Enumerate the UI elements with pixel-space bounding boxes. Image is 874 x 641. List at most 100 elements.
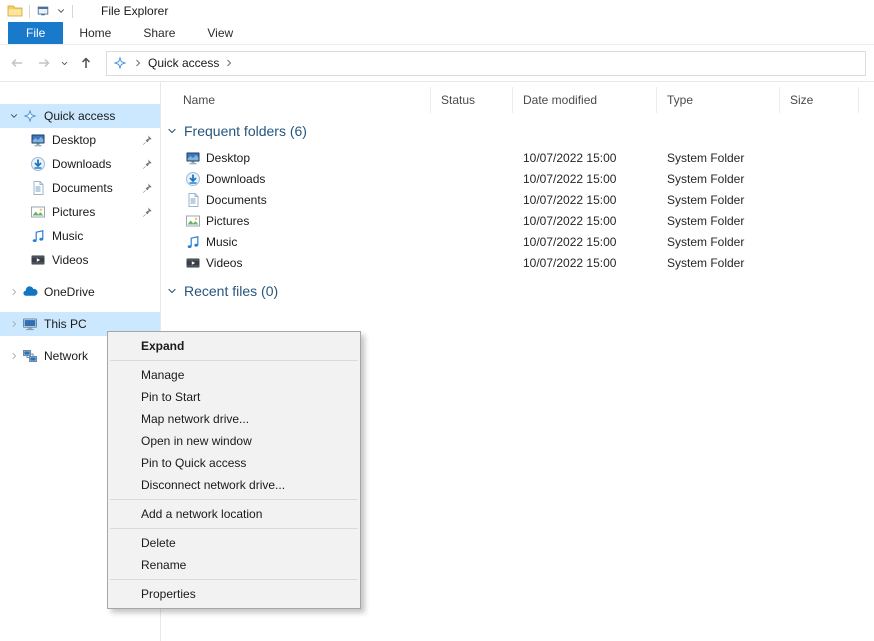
file-type: System Folder: [657, 151, 780, 165]
chevron-down-icon[interactable]: [166, 125, 178, 137]
sidebar-item-downloads[interactable]: Downloads: [0, 152, 160, 176]
file-row-downloads[interactable]: Downloads10/07/2022 15:00System Folder: [161, 168, 874, 189]
group-header-recent-files[interactable]: Recent files (0): [161, 279, 874, 303]
sidebar-item-desktop[interactable]: Desktop: [0, 128, 160, 152]
file-name-cell[interactable]: Downloads: [161, 171, 431, 187]
tab-file[interactable]: File: [8, 22, 63, 44]
file-name-cell[interactable]: Documents: [161, 192, 431, 208]
file-name-cell[interactable]: Pictures: [161, 213, 431, 229]
file-type: System Folder: [657, 172, 780, 186]
sidebar-item-label: Documents: [52, 181, 113, 195]
column-header-date-modified[interactable]: Date modified: [513, 87, 657, 113]
qat-properties-icon[interactable]: [36, 4, 50, 18]
column-header-type[interactable]: Type: [657, 87, 780, 113]
menu-item-open-in-new-window[interactable]: Open in new window: [108, 430, 360, 452]
chevron-right-icon[interactable]: [6, 351, 22, 361]
sidebar-item-label: Pictures: [52, 205, 95, 219]
ribbon-tabs: FileHomeShareView: [0, 22, 874, 45]
menu-item-disconnect-network-drive[interactable]: Disconnect network drive...: [108, 474, 360, 496]
chevron-down-icon[interactable]: [166, 285, 178, 297]
back-button[interactable]: [4, 51, 29, 76]
file-name: Desktop: [206, 151, 250, 165]
sidebar-item-label: This PC: [44, 317, 87, 331]
recent-locations-chevron-icon[interactable]: [58, 51, 71, 76]
chevron-right-icon[interactable]: [6, 319, 22, 329]
menu-item-add-a-network-location[interactable]: Add a network location: [108, 503, 360, 525]
breadcrumb-segment[interactable]: Quick access: [148, 56, 219, 70]
menu-separator: [110, 499, 358, 500]
pictures-icon: [30, 204, 46, 220]
file-name-cell[interactable]: Videos: [161, 255, 431, 271]
forward-button[interactable]: [31, 51, 56, 76]
menu-item-pin-to-start[interactable]: Pin to Start: [108, 386, 360, 408]
videos-icon: [30, 252, 46, 268]
pin-icon: [141, 206, 153, 218]
menu-separator: [110, 360, 358, 361]
chevron-right-icon[interactable]: [6, 287, 22, 297]
pictures-icon: [185, 213, 201, 229]
music-icon: [185, 234, 201, 250]
documents-icon: [30, 180, 46, 196]
file-row-documents[interactable]: Documents10/07/2022 15:00System Folder: [161, 189, 874, 210]
group-label: Recent files (0): [184, 283, 278, 299]
file-date-modified: 10/07/2022 15:00: [513, 214, 657, 228]
file-name-cell[interactable]: Desktop: [161, 150, 431, 166]
file-row-videos[interactable]: Videos10/07/2022 15:00System Folder: [161, 252, 874, 273]
onedrive-icon: [22, 284, 38, 300]
menu-item-expand[interactable]: Expand: [108, 335, 360, 357]
network-icon: [22, 348, 38, 364]
tab-view[interactable]: View: [191, 22, 249, 44]
window-title: File Explorer: [101, 4, 168, 18]
sidebar-item-label: Videos: [52, 253, 88, 267]
pin-icon: [141, 158, 153, 170]
file-explorer-window: File Explorer FileHomeShareView Quick ac…: [0, 0, 874, 641]
sidebar-item-label: Network: [44, 349, 88, 363]
file-name: Documents: [206, 193, 267, 207]
file-row-music[interactable]: Music10/07/2022 15:00System Folder: [161, 231, 874, 252]
address-bar[interactable]: Quick access: [106, 51, 866, 76]
pin-icon: [141, 134, 153, 146]
breadcrumb-chevron-icon[interactable]: [132, 57, 144, 69]
sidebar-item-documents[interactable]: Documents: [0, 176, 160, 200]
quick-access-icon: [112, 55, 128, 71]
quick-access-icon: [22, 108, 38, 124]
music-icon: [30, 228, 46, 244]
sidebar-item-quick-access[interactable]: Quick access: [0, 104, 160, 128]
documents-icon: [185, 192, 201, 208]
titlebar: File Explorer: [0, 0, 874, 22]
desktop-icon: [185, 150, 201, 166]
column-header-size[interactable]: Size: [780, 87, 859, 113]
file-name: Music: [206, 235, 237, 249]
customize-toolbar-chevron-icon[interactable]: [56, 6, 66, 16]
menu-item-delete[interactable]: Delete: [108, 532, 360, 554]
file-name: Downloads: [206, 172, 265, 186]
sidebar-item-videos[interactable]: Videos: [0, 248, 160, 272]
downloads-icon: [185, 171, 201, 187]
column-header-status[interactable]: Status: [431, 87, 513, 113]
sidebar-item-onedrive[interactable]: OneDrive: [0, 280, 160, 304]
column-header-name[interactable]: Name: [161, 87, 431, 113]
breadcrumb-chevron-icon[interactable]: [223, 57, 235, 69]
sidebar-item-pictures[interactable]: Pictures: [0, 200, 160, 224]
file-row-pictures[interactable]: Pictures 10/07/2022 15:00System Folder: [161, 210, 874, 231]
menu-separator: [110, 528, 358, 529]
menu-item-pin-to-quick-access[interactable]: Pin to Quick access: [108, 452, 360, 474]
group-header-frequent-folders[interactable]: Frequent folders (6): [161, 119, 874, 143]
menu-item-manage[interactable]: Manage: [108, 364, 360, 386]
menu-item-rename[interactable]: Rename: [108, 554, 360, 576]
file-name-cell[interactable]: Music: [161, 234, 431, 250]
tab-home[interactable]: Home: [63, 22, 127, 44]
tab-share[interactable]: Share: [127, 22, 191, 44]
context-menu: Expand ManagePin to StartMap network driv…: [107, 331, 361, 609]
sidebar-item-label: OneDrive: [44, 285, 95, 299]
file-row-desktop[interactable]: Desktop10/07/2022 15:00System Folder: [161, 147, 874, 168]
menu-item-properties[interactable]: Properties: [108, 583, 360, 605]
up-button[interactable]: [73, 51, 98, 76]
this-pc-icon: [22, 316, 38, 332]
file-type: System Folder: [657, 214, 780, 228]
chevron-down-icon[interactable]: [6, 111, 22, 121]
sidebar-item-music[interactable]: Music: [0, 224, 160, 248]
file-date-modified: 10/07/2022 15:00: [513, 193, 657, 207]
sidebar-item-label: Downloads: [52, 157, 111, 171]
menu-item-map-network-drive[interactable]: Map network drive...: [108, 408, 360, 430]
